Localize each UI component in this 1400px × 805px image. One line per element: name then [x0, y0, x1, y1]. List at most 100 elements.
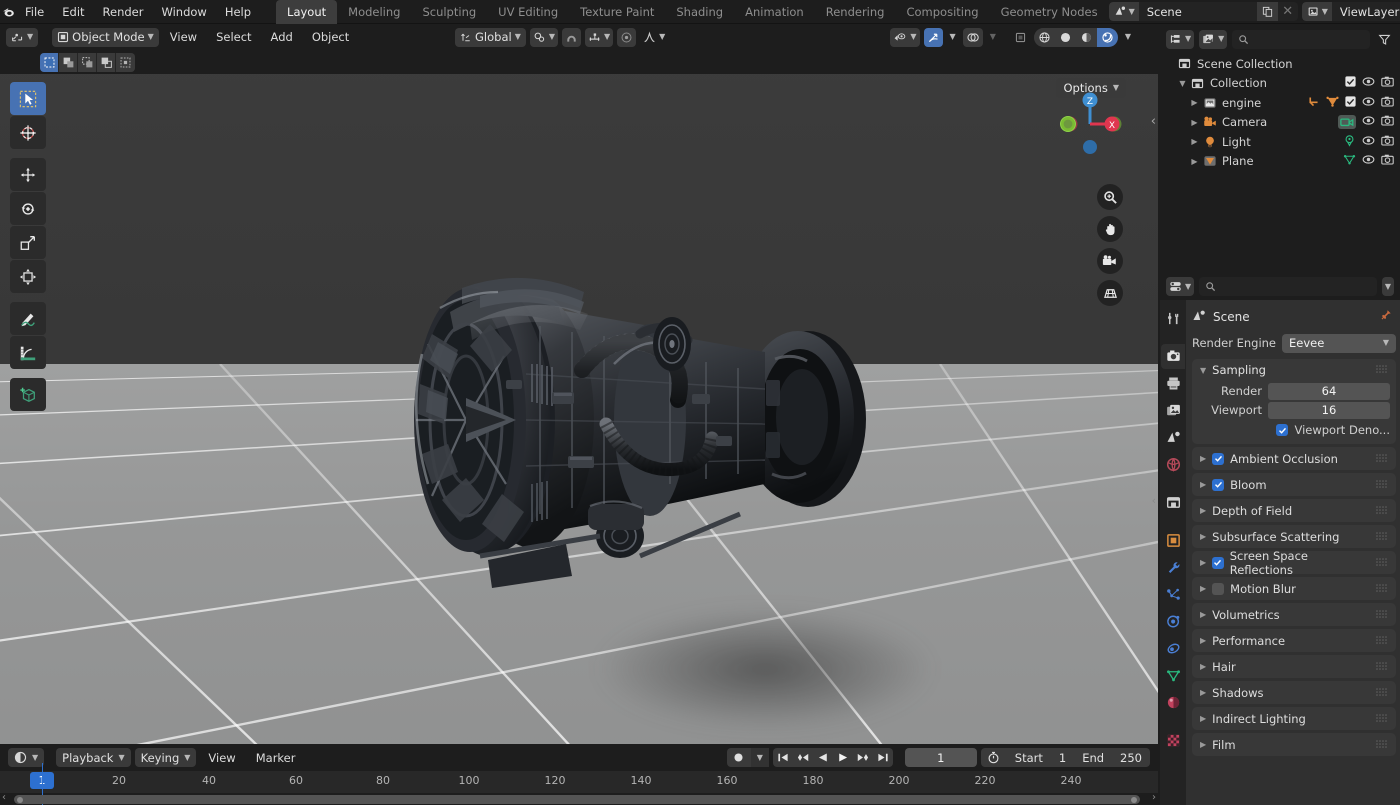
scene-close-icon[interactable]: ✕ — [1278, 2, 1298, 21]
section-volumetrics[interactable]: ▶ Volumetrics — [1192, 603, 1396, 626]
section-shadows[interactable]: ▶ Shadows — [1192, 681, 1396, 704]
select-intersect-button[interactable] — [116, 53, 135, 72]
timeline-menu-playback[interactable]: Playback ▼ — [56, 748, 130, 767]
outliner-row-camera[interactable]: ▶ Camera — [1160, 113, 1400, 133]
screen-space-reflections-checkbox[interactable] — [1212, 557, 1224, 569]
properties-tab-output[interactable] — [1161, 371, 1185, 396]
viewlayer-name-field[interactable]: ViewLayer — [1332, 2, 1400, 21]
workspace-tab-sculpting[interactable]: Sculpting — [411, 0, 487, 24]
timeline-ruler[interactable]: 1 20 40 60 80 100 120 140 160 180 200 22… — [0, 771, 1158, 793]
menu-render[interactable]: Render — [94, 2, 153, 22]
outliner-row-plane[interactable]: ▶ Plane — [1160, 152, 1400, 172]
motion-blur-checkbox[interactable] — [1212, 583, 1224, 595]
sidebar-expand-icon[interactable]: ‹ — [1151, 114, 1156, 129]
scrollbar-handle-left[interactable] — [17, 797, 23, 803]
ambient-occlusion-checkbox[interactable] — [1212, 453, 1224, 465]
select-subtract-button[interactable] — [78, 53, 97, 72]
outliner-search-input[interactable] — [1232, 30, 1370, 49]
timeline-editor[interactable]: ▼ Playback ▼ Keying ▼ View Marker ▼ — [0, 744, 1158, 805]
scene-selector[interactable]: ▼ Scene ✕ — [1109, 2, 1298, 21]
shading-rendered-button[interactable] — [1097, 28, 1118, 47]
light-data-icon[interactable] — [1343, 134, 1356, 150]
properties-search-input[interactable] — [1199, 277, 1377, 296]
editor-type-timeline-icon[interactable]: ▼ — [8, 748, 44, 767]
editor-type-properties-icon[interactable]: ▼ — [1166, 277, 1194, 296]
disclosure-triangle-right-icon[interactable]: ▶ — [1188, 137, 1201, 146]
gizmo-toggle[interactable] — [924, 28, 943, 47]
eye-icon[interactable] — [1362, 115, 1375, 129]
section-depth-of-field[interactable]: ▶ Depth of Field — [1192, 499, 1396, 522]
overlays-toggle[interactable] — [963, 28, 983, 47]
tool-cursor[interactable] — [10, 116, 46, 149]
workspace-tab-geometry-nodes[interactable]: Geometry Nodes — [990, 0, 1109, 24]
workspace-tab-modeling[interactable]: Modeling — [337, 0, 411, 24]
viewport-menu-view[interactable]: View — [162, 28, 205, 46]
engine-checkbox[interactable] — [1345, 96, 1356, 110]
navigation-gizmo[interactable]: X Z — [1050, 84, 1130, 164]
viewport-menu-object[interactable]: Object — [304, 28, 357, 46]
section-hair[interactable]: ▶ Hair — [1192, 655, 1396, 678]
filter-id-icon[interactable]: ▼ — [1199, 30, 1227, 49]
properties-tab-world[interactable] — [1161, 452, 1185, 477]
workspace-tab-shading[interactable]: Shading — [665, 0, 734, 24]
disclosure-triangle-right-icon[interactable]: ▶ — [1200, 480, 1206, 489]
object-mode-selector[interactable]: Object Mode ▼ — [52, 28, 159, 47]
eye-icon[interactable] — [1362, 96, 1375, 110]
disclosure-triangle-right-icon[interactable]: ▶ — [1200, 584, 1206, 593]
tool-transform[interactable] — [10, 260, 46, 293]
menu-window[interactable]: Window — [152, 2, 215, 22]
properties-tab-material[interactable] — [1161, 690, 1185, 715]
disclosure-triangle-right-icon[interactable]: ▶ — [1188, 118, 1201, 127]
section-motion-blur[interactable]: ▶ Motion Blur — [1192, 577, 1396, 600]
disclosure-triangle-right-icon[interactable]: ▶ — [1200, 506, 1206, 515]
modifier-icon[interactable] — [1307, 95, 1320, 111]
shading-wireframe-button[interactable] — [1034, 28, 1055, 47]
section-ambient-occlusion[interactable]: ▶ Ambient Occlusion — [1192, 447, 1396, 470]
mesh-data-icon[interactable] — [1343, 153, 1356, 169]
disclosure-triangle-down-icon[interactable]: ▼ — [1200, 366, 1206, 375]
zoom-icon[interactable] — [1097, 184, 1123, 210]
disclosure-triangle-right-icon[interactable]: ▶ — [1200, 714, 1206, 723]
tool-rotate[interactable] — [10, 192, 46, 225]
tool-move[interactable] — [10, 158, 46, 191]
play-reverse-icon[interactable] — [813, 748, 833, 767]
properties-tab-data[interactable] — [1161, 663, 1185, 688]
tool-measure[interactable] — [10, 336, 46, 369]
toggle-perspective-icon[interactable] — [1097, 280, 1123, 306]
section-performance[interactable]: ▶ Performance — [1192, 629, 1396, 652]
snap-target-dropdown[interactable]: ▼ — [585, 28, 613, 47]
properties-tab-particles[interactable] — [1161, 582, 1185, 607]
eye-icon[interactable] — [1362, 154, 1375, 168]
disclosure-triangle-right-icon[interactable]: ▶ — [1188, 98, 1201, 107]
camera-render-icon[interactable] — [1381, 96, 1394, 110]
disclosure-triangle-right-icon[interactable]: ▶ — [1200, 558, 1206, 567]
disclosure-triangle-right-icon[interactable]: ▶ — [1200, 454, 1206, 463]
transform-orientation-dropdown[interactable]: Global ▼ — [455, 28, 526, 47]
eye-icon[interactable] — [1362, 135, 1375, 149]
section-screen-space-reflections[interactable]: ▶ Screen Space Reflections — [1192, 551, 1396, 574]
timeline-menu-keying[interactable]: Keying ▼ — [135, 748, 197, 767]
proportional-edit-toggle[interactable] — [617, 28, 636, 47]
disclosure-triangle-right-icon[interactable]: ▶ — [1200, 610, 1206, 619]
scrollbar-handle-right[interactable] — [1131, 797, 1137, 803]
auto-keying-dropdown[interactable]: ▼ — [751, 748, 769, 767]
menu-edit[interactable]: Edit — [53, 2, 93, 22]
section-film[interactable]: ▶ Film — [1192, 733, 1396, 756]
properties-tab-constraints[interactable] — [1161, 636, 1185, 661]
section-bloom[interactable]: ▶ Bloom — [1192, 473, 1396, 496]
properties-tab-tool[interactable] — [1161, 306, 1185, 331]
scene-duplicate-icon[interactable] — [1257, 2, 1278, 21]
snap-toggle[interactable] — [562, 28, 581, 47]
disclosure-triangle-down-icon[interactable]: ▼ — [1176, 79, 1189, 88]
disclosure-triangle-right-icon[interactable]: ▶ — [1200, 740, 1206, 749]
camera-render-icon[interactable] — [1381, 76, 1394, 90]
workspace-tab-uv-editing[interactable]: UV Editing — [487, 0, 569, 24]
disclosure-triangle-right-icon[interactable]: ▶ — [1188, 157, 1201, 166]
overlays-dropdown[interactable]: ▼ — [987, 28, 999, 47]
start-frame-field[interactable]: Start 1 — [1007, 748, 1074, 767]
bloom-checkbox[interactable] — [1212, 479, 1224, 491]
blender-logo-icon[interactable] — [0, 4, 16, 20]
workspace-tab-animation[interactable]: Animation — [734, 0, 815, 24]
render-engine-dropdown[interactable]: Eevee ▼ — [1282, 334, 1396, 353]
falloff-curve-dropdown[interactable]: ▼ — [640, 28, 668, 47]
